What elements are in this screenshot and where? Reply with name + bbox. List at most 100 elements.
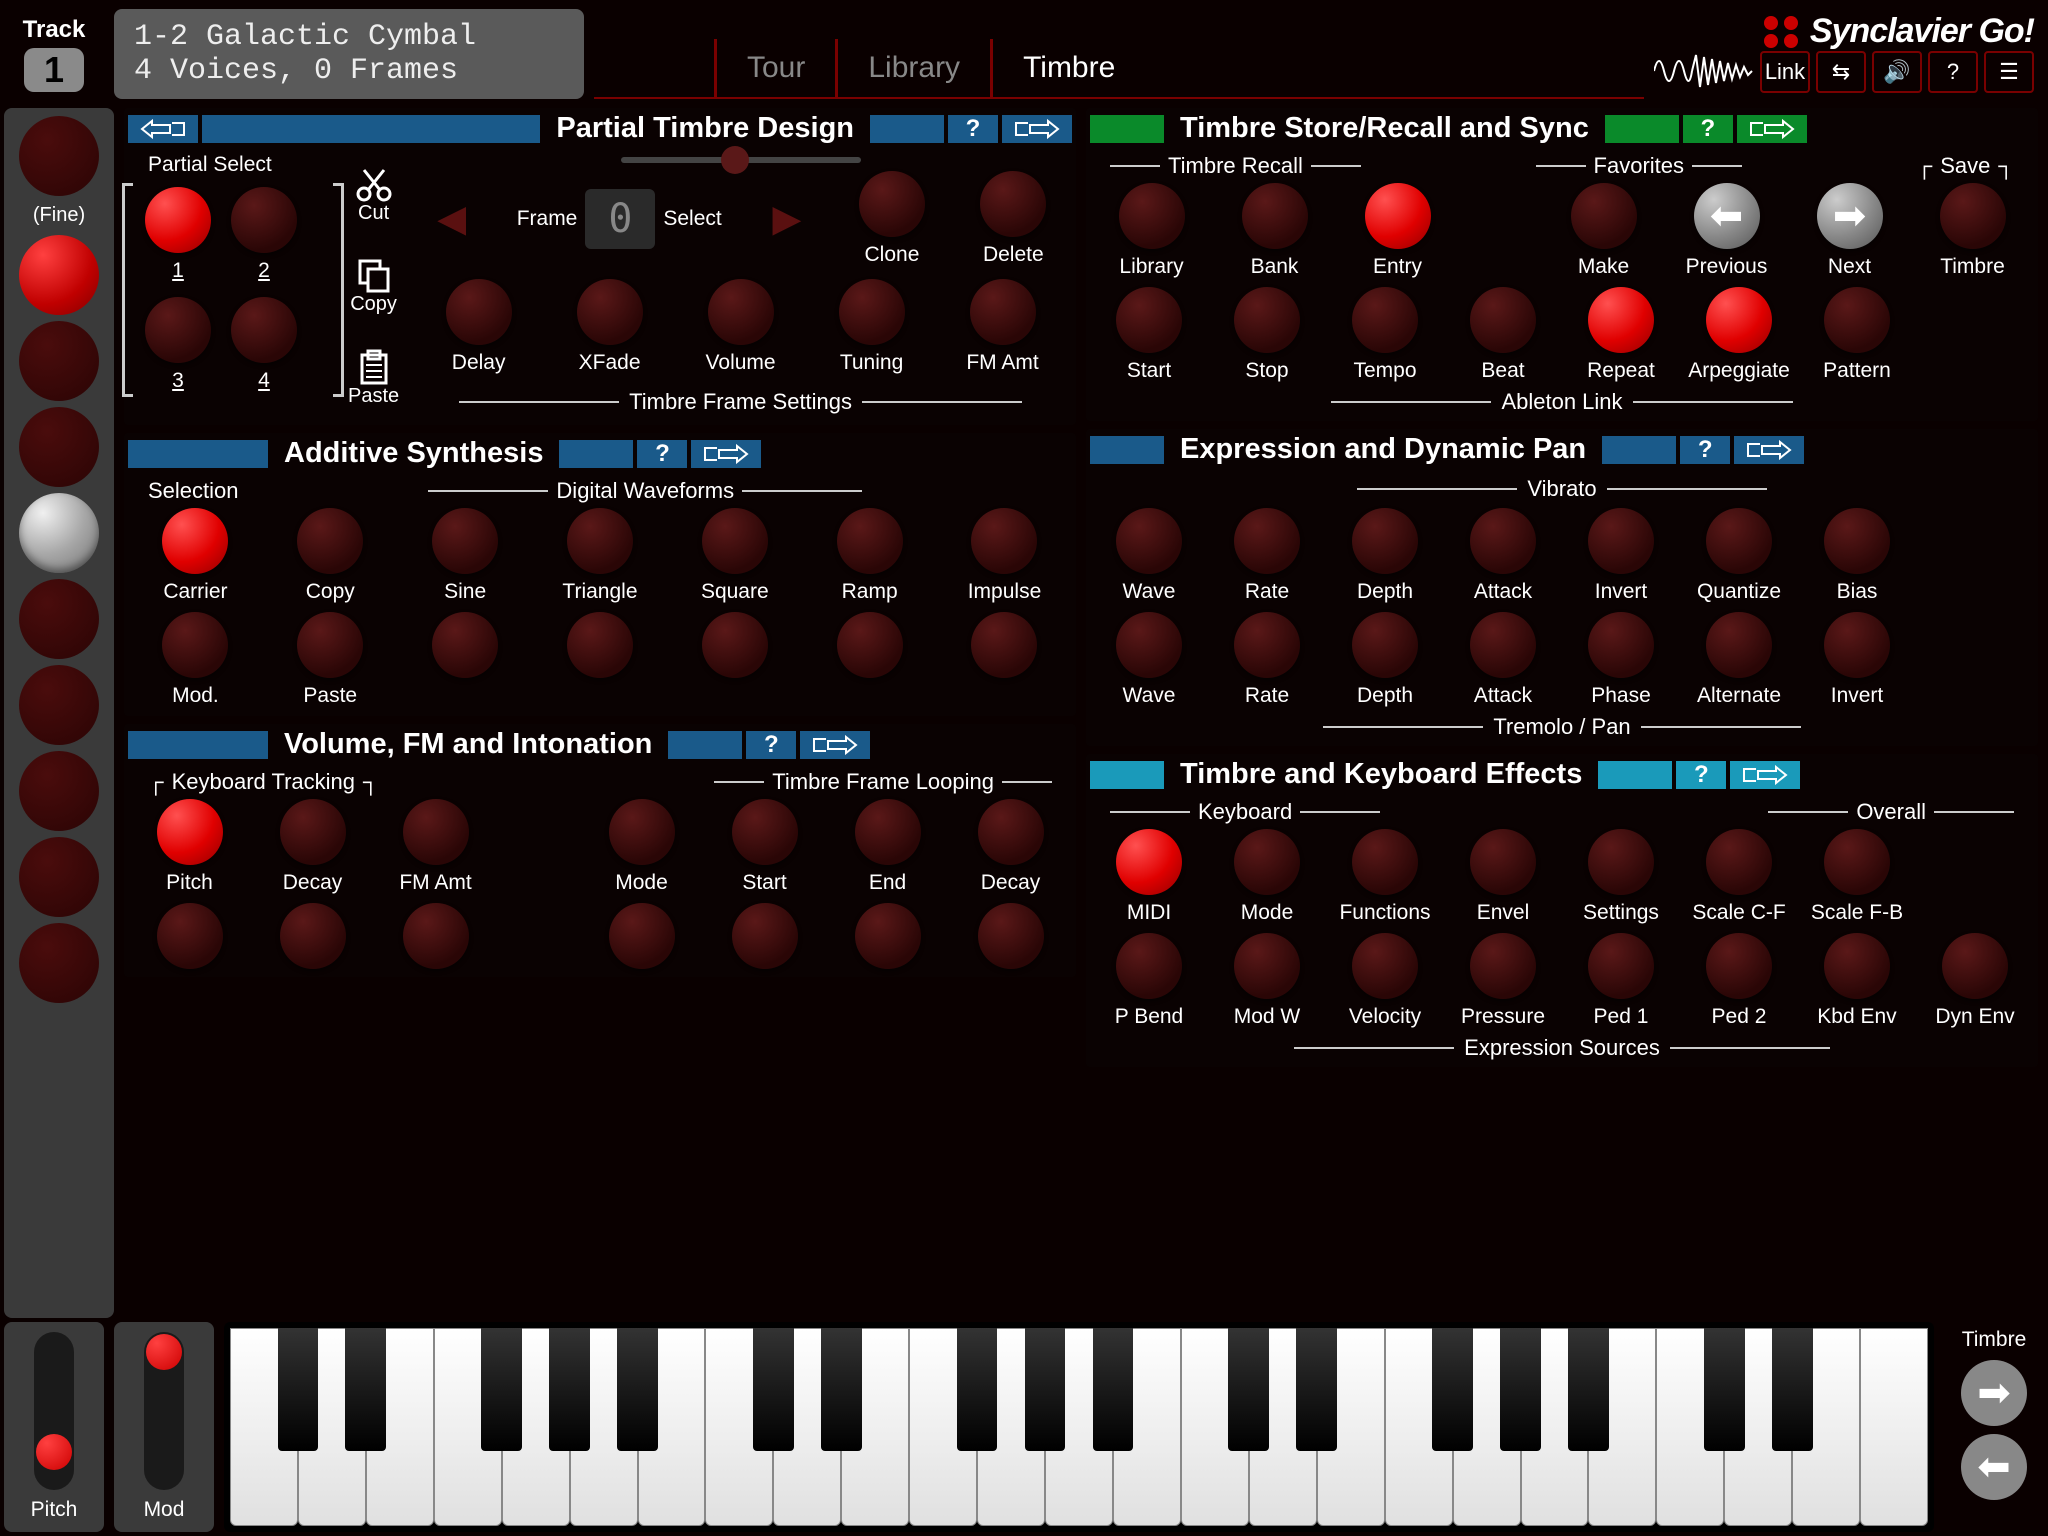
- frame-slider[interactable]: [621, 157, 861, 163]
- menu-icon[interactable]: ☰: [1984, 51, 2034, 93]
- volume-button[interactable]: [708, 279, 774, 345]
- tab-library[interactable]: Library: [835, 39, 990, 97]
- sidebar-button-4[interactable]: [19, 407, 99, 487]
- volume-help[interactable]: ?: [746, 731, 796, 759]
- tab-timbre[interactable]: Timbre: [990, 39, 1145, 97]
- partial-3-button[interactable]: [145, 297, 211, 363]
- sidebar-button-2[interactable]: [19, 235, 99, 315]
- effects-help[interactable]: ?: [1676, 761, 1726, 789]
- loop-decay-button[interactable]: [978, 799, 1044, 865]
- store-help[interactable]: ?: [1683, 115, 1733, 143]
- paste-button[interactable]: Paste: [348, 349, 399, 408]
- expression-help[interactable]: ?: [1680, 436, 1730, 464]
- vib-rate-button[interactable]: [1234, 508, 1300, 574]
- xfade-button[interactable]: [577, 279, 643, 345]
- black-key[interactable]: [481, 1328, 522, 1451]
- black-key[interactable]: [617, 1328, 658, 1451]
- black-key[interactable]: [1228, 1328, 1269, 1451]
- modw-button[interactable]: [1234, 933, 1300, 999]
- ped2-button[interactable]: [1706, 933, 1772, 999]
- trem-wave-button[interactable]: [1116, 612, 1182, 678]
- library-button[interactable]: [1119, 183, 1185, 249]
- help-icon[interactable]: ?: [1928, 51, 1978, 93]
- next-button[interactable]: ➡: [1817, 183, 1883, 249]
- make-button[interactable]: [1571, 183, 1637, 249]
- sidebar-button-1[interactable]: [19, 116, 99, 196]
- panel-back-icon[interactable]: [128, 115, 198, 143]
- sidebar-knob[interactable]: [19, 493, 99, 573]
- fmamt-track-button[interactable]: [403, 799, 469, 865]
- tab-tour[interactable]: Tour: [714, 39, 835, 97]
- midi-button[interactable]: [1116, 829, 1182, 895]
- store-next-icon[interactable]: [1737, 115, 1807, 143]
- vfi-r2-1[interactable]: [157, 903, 223, 969]
- partial-4-button[interactable]: [231, 297, 297, 363]
- additive-next-icon[interactable]: [691, 440, 761, 468]
- ped1-button[interactable]: [1588, 933, 1654, 999]
- carrier-button[interactable]: [162, 508, 228, 574]
- kbd-mode-button[interactable]: [1234, 829, 1300, 895]
- waveform-icon[interactable]: [1654, 51, 1754, 96]
- vib-wave-button[interactable]: [1116, 508, 1182, 574]
- additive-r2-5[interactable]: [702, 612, 768, 678]
- vfi-r2-4[interactable]: [609, 903, 675, 969]
- triangle-button[interactable]: [567, 508, 633, 574]
- trem-attack-button[interactable]: [1470, 612, 1536, 678]
- patch-title-box[interactable]: 1-2 Galactic Cymbal 4 Voices, 0 Frames: [114, 9, 584, 99]
- sidebar-button-5[interactable]: [19, 579, 99, 659]
- panel-help-button[interactable]: ?: [948, 115, 998, 143]
- loop-end-button[interactable]: [855, 799, 921, 865]
- sidebar-button-9[interactable]: [19, 923, 99, 1003]
- partial-2-button[interactable]: [231, 187, 297, 253]
- partial-1-button[interactable]: [145, 187, 211, 253]
- speaker-icon[interactable]: 🔊: [1872, 51, 1922, 93]
- expression-next-icon[interactable]: [1734, 436, 1804, 464]
- black-key[interactable]: [1568, 1328, 1609, 1451]
- black-key[interactable]: [278, 1328, 319, 1451]
- link-button[interactable]: Link: [1760, 51, 1810, 93]
- start-button[interactable]: [1116, 287, 1182, 353]
- vfi-r2-7[interactable]: [978, 903, 1044, 969]
- black-key[interactable]: [1772, 1328, 1813, 1451]
- loop-start-button[interactable]: [732, 799, 798, 865]
- ramp-button[interactable]: [837, 508, 903, 574]
- mod-wheel[interactable]: Mod: [114, 1322, 214, 1532]
- tuning-button[interactable]: [839, 279, 905, 345]
- panel-next-icon[interactable]: [1002, 115, 1072, 143]
- square-button[interactable]: [702, 508, 768, 574]
- settings-button[interactable]: [1588, 829, 1654, 895]
- volume-next-icon[interactable]: [800, 731, 870, 759]
- additive-r2-7[interactable]: [971, 612, 1037, 678]
- scale-cf-button[interactable]: [1706, 829, 1772, 895]
- track-badge[interactable]: Track 1: [4, 9, 104, 99]
- swap-icon[interactable]: ⇆: [1816, 51, 1866, 93]
- vfi-r2-5[interactable]: [732, 903, 798, 969]
- pressure-button[interactable]: [1470, 933, 1536, 999]
- pitch-wheel[interactable]: Pitch: [4, 1322, 104, 1532]
- functions-button[interactable]: [1352, 829, 1418, 895]
- delay-button[interactable]: [446, 279, 512, 345]
- black-key[interactable]: [345, 1328, 386, 1451]
- timbre-next-arrow[interactable]: ➡: [1961, 1360, 2027, 1426]
- previous-button[interactable]: ⬅: [1694, 183, 1760, 249]
- vfi-r2-6[interactable]: [855, 903, 921, 969]
- black-key[interactable]: [1432, 1328, 1473, 1451]
- kbdenv-button[interactable]: [1824, 933, 1890, 999]
- additive-r2-4[interactable]: [567, 612, 633, 678]
- pitch-track-button[interactable]: [157, 799, 223, 865]
- effects-next-icon[interactable]: [1730, 761, 1800, 789]
- mod-button[interactable]: [162, 612, 228, 678]
- scale-fb-button[interactable]: [1824, 829, 1890, 895]
- fmamt-button[interactable]: [970, 279, 1036, 345]
- clone-button[interactable]: [859, 171, 925, 237]
- timbre-prev-arrow[interactable]: ⬅: [1961, 1434, 2027, 1500]
- additive-help[interactable]: ?: [637, 440, 687, 468]
- save-timbre-button[interactable]: [1940, 183, 2006, 249]
- arpeggiate-button[interactable]: [1706, 287, 1772, 353]
- frame-prev-arrow[interactable]: ◄: [428, 192, 476, 247]
- delete-button[interactable]: [980, 171, 1046, 237]
- sidebar-button-7[interactable]: [19, 751, 99, 831]
- dynenv-button[interactable]: [1942, 933, 2008, 999]
- pattern-button[interactable]: [1824, 287, 1890, 353]
- tempo-button[interactable]: [1352, 287, 1418, 353]
